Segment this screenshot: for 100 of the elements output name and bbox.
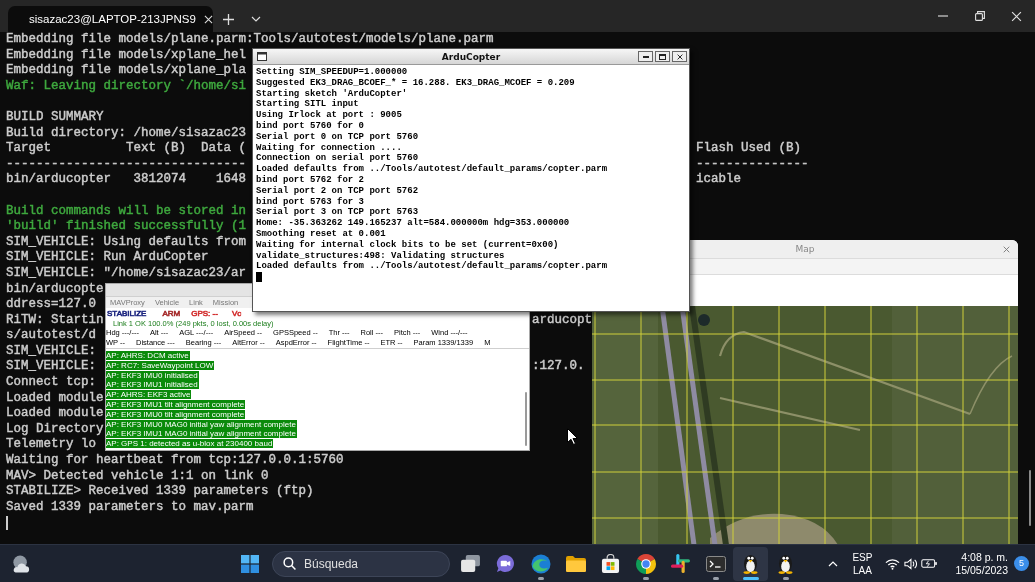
maximize-icon (659, 53, 666, 60)
mouse-pointer-icon (567, 428, 578, 445)
close-icon (676, 53, 683, 60)
terminal-line: bin/arducopte (6, 281, 104, 296)
search-icon (283, 557, 296, 570)
terminal-line: SIM_VEHICLE: Using defaults from (6, 234, 247, 249)
terminal-line: :127.0. (532, 359, 585, 376)
close-icon (203, 14, 213, 24)
terminal-line: RiTW: Startin (6, 312, 104, 329)
terminal-line: -------------------------------- (6, 156, 247, 173)
minimize-icon (937, 15, 948, 17)
terminal-line: STABILIZE> Received 1339 parameters (ftp) (6, 484, 314, 499)
terminal-line: Build commands will be stored in (6, 203, 247, 218)
console-line: Serial port 3 on TCP port 5763 (256, 207, 420, 218)
console-line: Starting sketch 'ArduCopter' (256, 88, 409, 99)
clock-button[interactable]: 4:08 p. m. 15/05/2023 (955, 548, 1008, 579)
terminal-line: ddress=127.0 (6, 297, 96, 312)
console-line: validate_structures:498: Validating structures (256, 250, 506, 261)
close-icon (1003, 245, 1010, 253)
terminal-line: Embedding file models/xplane_pla (6, 63, 247, 78)
status-text: ARM (162, 308, 181, 318)
window-title: ArduCopter (440, 51, 502, 62)
penguin-icon (776, 553, 795, 574)
close-button[interactable] (672, 51, 687, 62)
minimize-icon (642, 55, 649, 58)
terminal-line: Waf: Leaving directory `/home/si (6, 78, 247, 93)
taskbar-app-button[interactable] (733, 546, 768, 581)
console-line: bind port 5762 for 2 (256, 174, 366, 186)
terminal-line: s/autotest/d (6, 328, 96, 343)
terminal-line: 'build' finished successfully (1 (6, 219, 247, 234)
terminal-line: Build directory: /home/sisazac23 (6, 125, 247, 140)
status-text: GPS: -- (191, 308, 218, 318)
weather-icon (11, 554, 31, 573)
penguin-icon (741, 553, 760, 574)
text-cursor-icon (6, 516, 8, 531)
console-line: Connection on serial port 5760 (256, 153, 420, 164)
console-line: Using Irlock at port : 9005 (256, 110, 403, 121)
battery-icon (921, 558, 939, 569)
terminal-line: Loaded module (6, 406, 104, 421)
terminal-line: icable (696, 172, 741, 188)
status-text: Vc (231, 308, 242, 318)
terminal-line: SIM_VEHICLE: Run ArduCopter (6, 250, 209, 265)
minimize-button[interactable] (638, 51, 653, 62)
window-icon (257, 52, 267, 61)
chevron-down-icon (251, 16, 261, 22)
tricolor-circle-icon (635, 553, 656, 574)
restore-icon (974, 11, 985, 21)
terminal-line: BUILD SUMMARY (6, 109, 104, 124)
console-line: Serial port 0 on TCP port 5760 (256, 131, 420, 143)
close-tab-button[interactable] (203, 13, 213, 25)
console-line: Smoothing reset at 0.001 (256, 228, 387, 240)
chevron-up-icon (828, 560, 839, 567)
folder-icon (565, 555, 586, 572)
scrollbar[interactable] (1029, 470, 1031, 526)
shopping-bag-icon (601, 554, 620, 573)
terminal-line: arducopt (532, 312, 592, 329)
notification-badge[interactable]: 5 (1014, 556, 1029, 571)
pinwheel-icon (671, 554, 690, 573)
console-line: Setting SIM_SPEEDUP=1.000000 (256, 67, 409, 78)
speaker-icon (904, 557, 918, 570)
console-line: Loaded defaults from ../Tools/autotest/default_params/copter.parm (256, 164, 609, 175)
terminal-line: Embedding file models/plane.parm:Tools/autotest/models/plane.parm (6, 32, 494, 46)
terminal-line: Flash Used (B) (696, 141, 802, 157)
console-line: bind port 5763 for 3 (256, 196, 366, 207)
console-line: Waiting for internal clock bits to be set (current=0x00) (256, 239, 560, 251)
console-line: Home: -35.363262 149.165237 alt=584.000000m hdg=353.000000 (256, 218, 571, 229)
terminal-line: Log Directory (6, 421, 104, 436)
terminal-line: --------------- (696, 156, 809, 173)
terminal-line: SIM_VEHICLE: "/home/sisazac23/ar (6, 265, 247, 280)
terminal-line: Embedding file models/xplane_hel (6, 47, 247, 62)
terminal-line: Telemetry lo (6, 437, 96, 452)
terminal-line: Target Text (B) Data ( (6, 141, 247, 157)
terminal-line: Connect tcp: (6, 375, 96, 390)
block-cursor-icon (256, 272, 262, 283)
terminal-line: bin/arducopter 3812074 1648 (6, 172, 247, 188)
console-line: Starting SITL input (256, 99, 360, 110)
console-line: Loaded defaults from ../Tools/autotest/default_params/copter.parm (256, 261, 609, 273)
terminal-tab[interactable]: sisazac23@LAPTOP-213JPNS9 (8, 6, 213, 32)
search-field[interactable]: Búsqueda (272, 550, 450, 577)
overlapping-squares-icon (461, 555, 480, 572)
status-text: STABILIZE (107, 308, 147, 318)
language-button[interactable]: ESP LAA (852, 548, 873, 579)
terminal-line: SIM_VEHICLE: (6, 343, 96, 358)
scrollbar[interactable] (525, 392, 527, 446)
squares-icon (241, 554, 259, 573)
plus-icon (222, 13, 234, 25)
close-icon (1011, 10, 1022, 22)
console-line: Suggested EK3_DRAG_BCOEF_* = 16.288. EK3_DRAG_MCOEF = 0.209 (256, 77, 576, 89)
terminal-line: MAV> Detected vehicle 1:1 on link 0 (6, 468, 269, 483)
terminal-line: SIM_VEHICLE: (6, 359, 96, 376)
wifi-icon (885, 557, 901, 570)
terminal-line: Waiting for heartbeat from tcp:127.0.0.1:5760 (6, 453, 344, 468)
console-line: Serial port 2 on TCP port 5762 (256, 185, 420, 197)
chat-bubble-icon (496, 554, 515, 573)
swirl-icon (530, 553, 551, 574)
console-line: Waiting for connection .... (256, 142, 403, 153)
console-line: bind port 5760 for 0 (256, 121, 366, 132)
window-title: Map (795, 244, 815, 254)
terminal-line: Saved 1339 parameters to mav.parm (6, 499, 254, 514)
maximize-button[interactable] (655, 51, 670, 62)
